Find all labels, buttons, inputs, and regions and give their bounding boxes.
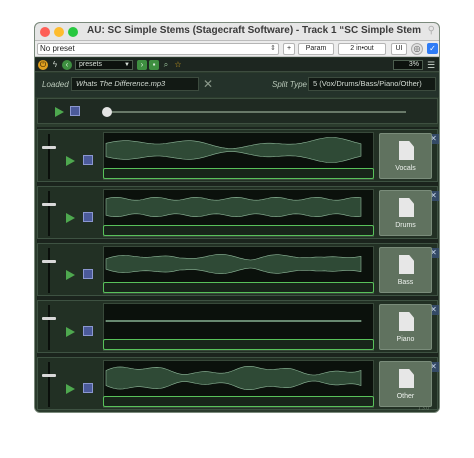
loaded-file-field[interactable]: Whats The Difference.mp3 bbox=[71, 77, 199, 91]
master-play-button[interactable] bbox=[55, 107, 64, 117]
stem-play-button[interactable] bbox=[66, 156, 75, 166]
bolt-icon[interactable]: ϟ bbox=[50, 60, 60, 70]
save-icon[interactable]: ▪ bbox=[149, 60, 159, 70]
volume-fader-knob[interactable] bbox=[42, 373, 56, 377]
stem-stop-button[interactable] bbox=[83, 212, 93, 222]
waveform-graphic bbox=[105, 366, 362, 390]
file-icon bbox=[399, 255, 414, 274]
presets-label: presets bbox=[79, 61, 102, 68]
stem-row-drums: ✕ Drums bbox=[37, 186, 439, 239]
pin-icon[interactable]: ⚲ bbox=[428, 25, 435, 36]
chevron-down-icon: ▼ bbox=[124, 62, 130, 68]
version-label: 1.3.0 bbox=[417, 406, 429, 412]
waveform-graphic bbox=[105, 254, 362, 274]
power-icon[interactable]: ⏻ bbox=[38, 60, 48, 70]
load-row: Loaded Whats The Difference.mp3 ✕ Split … bbox=[35, 73, 439, 97]
stem-play-button[interactable] bbox=[66, 384, 75, 394]
volume-fader-track[interactable] bbox=[48, 191, 50, 236]
stem-stop-button[interactable] bbox=[83, 155, 93, 165]
volume-fader-track[interactable] bbox=[48, 362, 50, 407]
zoom-window-button[interactable] bbox=[68, 27, 78, 37]
waveform-graphic bbox=[105, 137, 362, 163]
zoom-field[interactable]: 3% bbox=[393, 60, 423, 70]
add-preset-button[interactable]: + bbox=[283, 43, 295, 55]
volume-fader-track[interactable] bbox=[48, 248, 50, 293]
volume-fader-knob[interactable] bbox=[42, 202, 56, 206]
stem-row-piano: ✕ Piano bbox=[37, 300, 439, 353]
export-stem-button[interactable]: Other bbox=[379, 361, 432, 407]
volume-fader-track[interactable] bbox=[48, 134, 50, 179]
stem-row-vocals: ✕ Vocals bbox=[37, 129, 439, 182]
waveform-path bbox=[105, 196, 362, 218]
updown-icon: ⇕ bbox=[270, 45, 276, 52]
waveform-path bbox=[105, 137, 362, 163]
host-toolbar: No preset ⇕ + Param 2 in•out UI ◎ ✓ bbox=[35, 41, 439, 57]
plugin-panel: ⏻ ϟ ‹ presets ▼ › ▪ ⌕ ☆ 3% ☰ Loaded What… bbox=[35, 58, 439, 412]
plugin-window: AU: SC Simple Stems (Stagecraft Software… bbox=[34, 22, 440, 413]
stem-stop-button[interactable] bbox=[83, 383, 93, 393]
volume-fader-track[interactable] bbox=[48, 305, 50, 350]
stem-stop-button[interactable] bbox=[83, 269, 93, 279]
io-button[interactable]: 2 in•out bbox=[338, 43, 386, 55]
waveform-path bbox=[105, 366, 362, 390]
stem-name-label: Bass bbox=[397, 279, 414, 286]
waveform-path bbox=[105, 254, 362, 274]
volume-fader-knob[interactable] bbox=[42, 145, 56, 149]
waveform-graphic bbox=[105, 320, 362, 322]
stem-name-label: Piano bbox=[396, 336, 415, 343]
stem-stop-button[interactable] bbox=[83, 326, 93, 336]
close-window-button[interactable] bbox=[40, 27, 50, 37]
param-button[interactable]: Param bbox=[298, 43, 334, 55]
waveform-path bbox=[105, 320, 362, 322]
next-preset-icon[interactable]: › bbox=[137, 60, 147, 70]
settings-icon[interactable]: ◎ bbox=[411, 43, 423, 55]
overview-strip[interactable] bbox=[103, 339, 374, 350]
preset-select[interactable]: No preset ⇕ bbox=[37, 43, 279, 55]
preset-select-value: No preset bbox=[40, 44, 75, 53]
master-stop-button[interactable] bbox=[70, 106, 80, 116]
clear-file-icon[interactable]: ✕ bbox=[203, 77, 213, 91]
previous-preset-icon[interactable]: ‹ bbox=[62, 60, 72, 70]
stem-name-label: Vocals bbox=[395, 165, 416, 172]
stem-play-button[interactable] bbox=[66, 270, 75, 280]
split-type-label: Split Type bbox=[272, 80, 307, 89]
overview-strip[interactable] bbox=[103, 168, 374, 179]
overview-strip[interactable] bbox=[103, 282, 374, 293]
loaded-label: Loaded bbox=[42, 80, 69, 89]
stems-list: ✕ Vocals ✕ Drums ✕ Bass ✕ Piano ✕ Other bbox=[37, 127, 439, 410]
export-stem-button[interactable]: Drums bbox=[379, 190, 432, 236]
ui-button[interactable]: UI bbox=[391, 43, 407, 55]
menu-icon[interactable]: ☰ bbox=[427, 60, 435, 70]
title-bar[interactable]: AU: SC Simple Stems (Stagecraft Software… bbox=[35, 23, 439, 41]
stem-name-label: Other bbox=[396, 393, 415, 400]
stem-name-label: Drums bbox=[395, 222, 416, 229]
export-stem-button[interactable]: Piano bbox=[379, 304, 432, 350]
search-icon[interactable]: ⌕ bbox=[161, 60, 171, 70]
file-icon bbox=[399, 312, 414, 331]
stem-play-button[interactable] bbox=[66, 213, 75, 223]
plugin-toolbar: ⏻ ϟ ‹ presets ▼ › ▪ ⌕ ☆ 3% ☰ bbox=[35, 58, 439, 72]
file-icon bbox=[399, 369, 414, 388]
volume-fader-knob[interactable] bbox=[42, 259, 56, 263]
stem-row-other: ✕ Other bbox=[37, 357, 439, 410]
export-stem-button[interactable]: Bass bbox=[379, 247, 432, 293]
window-title: AU: SC Simple Stems (Stagecraft Software… bbox=[87, 25, 421, 36]
export-stem-button[interactable]: Vocals bbox=[379, 133, 432, 179]
presets-dropdown[interactable]: presets ▼ bbox=[75, 60, 133, 70]
position-slider-track[interactable] bbox=[106, 111, 406, 113]
file-icon bbox=[399, 198, 414, 217]
volume-fader-knob[interactable] bbox=[42, 316, 56, 320]
stem-play-button[interactable] bbox=[66, 327, 75, 337]
overview-strip[interactable] bbox=[103, 225, 374, 236]
position-slider-knob[interactable] bbox=[102, 107, 112, 117]
stem-row-bass: ✕ Bass bbox=[37, 243, 439, 296]
master-transport bbox=[37, 98, 438, 124]
waveform-graphic bbox=[105, 196, 362, 218]
enable-checkbox[interactable]: ✓ bbox=[427, 43, 438, 54]
overview-strip[interactable] bbox=[103, 396, 374, 407]
split-type-select[interactable]: 5 (Vox/Drums/Bass/Piano/Other) bbox=[308, 77, 436, 91]
star-icon[interactable]: ☆ bbox=[173, 60, 183, 70]
file-icon bbox=[399, 141, 414, 160]
minimize-window-button[interactable] bbox=[54, 27, 64, 37]
